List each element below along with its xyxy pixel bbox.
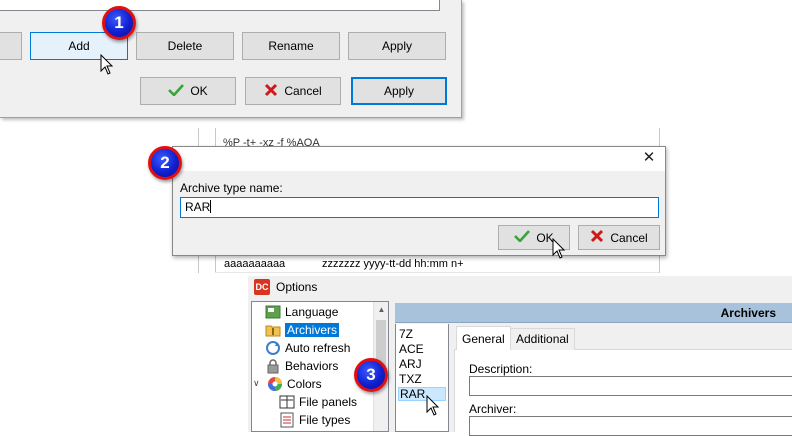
close-icon[interactable]: ✕ [641, 150, 657, 166]
color-wheel-icon [267, 376, 283, 392]
tree-item-file-panels[interactable]: File panels [279, 393, 357, 410]
mouse-cursor-icon [100, 54, 114, 75]
tree-item-label: File panels [299, 394, 358, 409]
apply-button-label: Apply [383, 84, 415, 98]
delete-button[interactable]: Delete [136, 32, 234, 60]
archive-folder-icon [265, 322, 281, 338]
tree-item-file-types[interactable]: File types [279, 411, 350, 428]
rename-button[interactable]: Rename [242, 32, 340, 60]
file-panels-icon [279, 394, 295, 410]
apply-button[interactable]: Apply [351, 77, 447, 105]
delete-button-label: Delete [167, 39, 203, 53]
options-title-text: Options [276, 280, 318, 294]
description-field[interactable] [469, 376, 792, 396]
list-row-col1: aaaaaaaaaa [224, 258, 286, 270]
lock-icon [265, 358, 281, 374]
tree-item-label: Archivers [285, 322, 340, 337]
tree-item-label: Language [285, 304, 339, 319]
archiver-item[interactable]: ACE [398, 342, 446, 356]
tree-item-label: Auto refresh [285, 340, 351, 355]
archive-type-name-value: RAR [185, 200, 211, 214]
page-header: Archivers [395, 303, 792, 323]
ok-button[interactable]: OK [140, 77, 236, 105]
tab-additional[interactable]: Additional [510, 328, 575, 350]
cancel-button-label: Cancel [284, 84, 322, 98]
step-3-badge: 3 [354, 358, 388, 392]
rename-button-label: Rename [268, 39, 314, 53]
step-1-badge: 1 [102, 6, 136, 40]
refresh-icon [265, 340, 281, 356]
previous-button-partial[interactable] [0, 32, 22, 60]
archiver-item[interactable]: ARJ [398, 357, 446, 371]
archivers-list-bottom[interactable] [0, 0, 440, 11]
options-window: DC Options Language Archivers Auto refre… [248, 276, 792, 436]
add-button-label: Add [68, 39, 90, 53]
archive-type-name-label: Archive type name: [180, 181, 283, 195]
archiver-field[interactable] [469, 416, 792, 436]
archiver-list[interactable]: 7Z ACE ARJ TXZ RAR [395, 324, 449, 432]
tree-item-behaviors[interactable]: Behaviors [265, 357, 338, 374]
check-icon [514, 230, 531, 245]
chevron-down-icon[interactable]: ∨ [253, 378, 263, 389]
apply-archiver-button[interactable]: Apply [348, 32, 446, 60]
tree-item-colors[interactable]: ∨ Colors [253, 375, 322, 392]
archivers-buttons-panel: Add Delete Rename Apply OK Cancel Apply [0, 0, 462, 118]
dialog-cancel-button-label: Cancel [610, 230, 648, 245]
cancel-button[interactable]: Cancel [245, 77, 341, 105]
doublecmd-logo-icon: DC [254, 279, 270, 295]
archive-type-name-dialog: ✕ Archive type name: RAR OK Cancel [172, 146, 666, 256]
dialog-cancel-button[interactable]: Cancel [578, 225, 660, 250]
general-tab-page: Description: Archiver: [454, 349, 792, 436]
archiver-item[interactable]: TXZ [398, 372, 446, 386]
scroll-up-icon[interactable]: ▲ [374, 302, 388, 317]
language-icon [265, 304, 281, 320]
tree-item-label: File types [299, 412, 351, 427]
description-label: Description: [469, 362, 533, 376]
file-types-icon [279, 412, 295, 428]
list-row-col2: zzzzzzz yyyy-tt-dd hh:mm n+ [322, 258, 464, 270]
tree-item-label: Behaviors [285, 358, 339, 373]
tree-item-language[interactable]: Language [265, 303, 338, 320]
archive-type-name-input[interactable]: RAR [180, 197, 659, 218]
tab-general[interactable]: General [456, 326, 511, 350]
mouse-cursor-icon [426, 395, 440, 416]
apply-archiver-button-label: Apply [381, 39, 413, 53]
cancel-x-icon [264, 83, 278, 100]
options-title: DC Options [254, 279, 317, 295]
dialog-titlebar: ✕ [173, 147, 665, 171]
tree-item-label: Colors [287, 376, 322, 391]
tree-item-auto-refresh[interactable]: Auto refresh [265, 339, 350, 356]
mouse-cursor-icon [552, 238, 566, 259]
tree-item-archivers[interactable]: Archivers [265, 321, 340, 338]
archiver-item[interactable]: 7Z [398, 327, 446, 341]
archiver-label: Archiver: [469, 402, 517, 416]
check-icon [168, 83, 185, 99]
step-2-badge: 2 [148, 146, 182, 180]
ok-button-label: OK [190, 84, 208, 98]
tab-strip: General Additional [454, 326, 792, 350]
cancel-x-icon [590, 229, 604, 246]
